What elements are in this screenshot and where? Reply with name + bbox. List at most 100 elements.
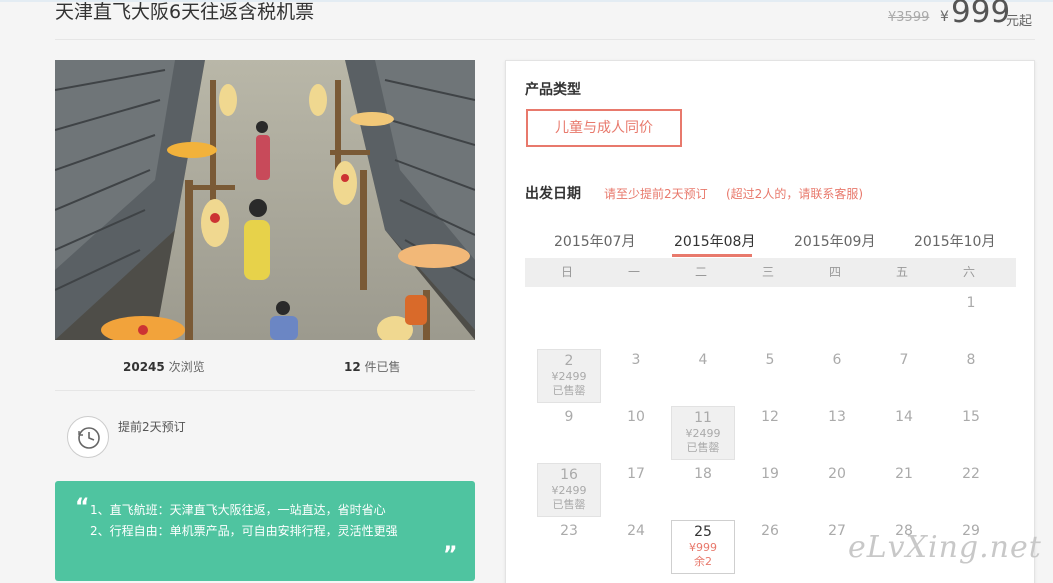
calendar-day-18: 18 xyxy=(671,463,735,517)
day-number: 9 xyxy=(564,409,574,425)
tab-month-2015-09[interactable]: 2015年09月 xyxy=(794,231,875,251)
day-price: ¥2499 xyxy=(685,427,721,440)
calendar-day-23: 23 xyxy=(537,520,601,574)
day-price: ¥999 xyxy=(689,541,717,554)
group-notice: (超过2人的，请联系客服) xyxy=(726,187,863,201)
advance-booking-note: 提前2天预订 xyxy=(118,420,186,434)
weekday-mon: 一 xyxy=(627,265,640,279)
day-number: 8 xyxy=(966,352,976,368)
day-status: 余2 xyxy=(694,555,712,568)
calendar-day-25[interactable]: 25 ¥999 余2 xyxy=(671,520,735,574)
original-price: ¥3599 xyxy=(888,10,930,25)
day-number: 24 xyxy=(627,523,645,539)
calendar-day-2[interactable]: 2 ¥2499 已售罄 xyxy=(537,349,601,403)
day-number: 25 xyxy=(694,524,712,540)
calendar-day-11[interactable]: 11 ¥2499 已售罄 xyxy=(671,406,735,460)
day-number: 26 xyxy=(761,523,779,539)
day-status: 已售罄 xyxy=(552,498,586,511)
day-number: 15 xyxy=(962,409,980,425)
calendar-day-20: 20 xyxy=(805,463,869,517)
product-type-label: 产品类型 xyxy=(525,82,581,98)
departure-date-label: 出发日期 xyxy=(525,186,581,202)
calendar-day-14: 14 xyxy=(872,406,936,460)
day-number: 21 xyxy=(895,466,913,482)
day-number: 18 xyxy=(694,466,712,482)
day-number: 4 xyxy=(698,352,708,368)
active-month-indicator xyxy=(672,254,752,257)
sold-label: 件已售 xyxy=(360,360,401,374)
weekday-header: 日 一 二 三 四 五 六 xyxy=(525,258,1016,287)
calendar-day-22: 22 xyxy=(939,463,1003,517)
calendar-day-1: 1 xyxy=(939,292,1003,346)
tab-month-2015-10[interactable]: 2015年10月 xyxy=(914,231,995,251)
weekday-wed: 三 xyxy=(761,265,774,279)
current-price: 999 xyxy=(951,0,1011,30)
day-number: 6 xyxy=(832,352,842,368)
day-number: 20 xyxy=(828,466,846,482)
day-number: 11 xyxy=(694,410,712,426)
weekday-fri: 五 xyxy=(895,265,908,279)
calendar-day-13: 13 xyxy=(805,406,869,460)
tab-month-2015-08[interactable]: 2015年08月 xyxy=(674,231,755,251)
feature-highlights: “ 1、直飞航班：天津直飞大阪往返，一站直达，省时省心 2、行程自由：单机票产品… xyxy=(55,481,475,581)
day-number: 13 xyxy=(828,409,846,425)
day-number: 22 xyxy=(962,466,980,482)
calendar-day-26: 26 xyxy=(738,520,802,574)
open-quote-icon: “ xyxy=(75,495,90,520)
calendar-day-3: 3 xyxy=(604,349,668,403)
day-price: ¥2499 xyxy=(551,484,587,497)
day-number: 16 xyxy=(560,467,578,483)
calendar-day-12: 12 xyxy=(738,406,802,460)
calendar-day-15: 15 xyxy=(939,406,1003,460)
weekday-tue: 二 xyxy=(694,265,707,279)
day-status: 已售罄 xyxy=(686,441,720,454)
day-number: 23 xyxy=(560,523,578,539)
calendar-day-24: 24 xyxy=(604,520,668,574)
views-count: 20245 xyxy=(123,360,165,374)
feature-line-1: 1、直飞航班：天津直飞大阪往返，一站直达，省时省心 xyxy=(90,503,386,517)
day-number: 12 xyxy=(761,409,779,425)
booking-panel: 产品类型 儿童与成人同价 出发日期 请至少提前2天预订 (超过2人的，请联系客服… xyxy=(505,60,1035,583)
weekday-sun: 日 xyxy=(560,265,573,279)
price-currency: ¥ xyxy=(940,9,949,25)
calendar-day-21: 21 xyxy=(872,463,936,517)
calendar-day-6: 6 xyxy=(805,349,869,403)
calendar-day-19: 19 xyxy=(738,463,802,517)
calendar-day-4: 4 xyxy=(671,349,735,403)
calendar-day-10: 10 xyxy=(604,406,668,460)
day-status: 已售罄 xyxy=(552,384,586,397)
street-scene-image xyxy=(55,60,475,340)
day-number: 7 xyxy=(899,352,909,368)
views-stat: 20245 次浏览 xyxy=(123,358,205,375)
site-watermark: eLvXing.net xyxy=(848,530,1042,565)
day-number: 14 xyxy=(895,409,913,425)
page-title: 天津直飞大阪6天往返含税机票 xyxy=(55,1,315,23)
calendar-day-5: 5 xyxy=(738,349,802,403)
advance-notice: 请至少提前2天预订 xyxy=(604,187,708,201)
day-number: 10 xyxy=(627,409,645,425)
day-number: 2 xyxy=(564,353,574,369)
product-type-option[interactable]: 儿童与成人同价 xyxy=(526,109,682,147)
calendar-day-16[interactable]: 16 ¥2499 已售罄 xyxy=(537,463,601,517)
views-label: 次浏览 xyxy=(164,360,205,374)
price-unit: 元起 xyxy=(1006,14,1033,29)
calendar-day-17: 17 xyxy=(604,463,668,517)
calendar-day-7: 7 xyxy=(872,349,936,403)
close-quote-icon: ” xyxy=(443,543,458,568)
header-divider xyxy=(55,39,1035,40)
stats-divider xyxy=(55,390,475,391)
day-number: 5 xyxy=(765,352,775,368)
sold-count: 12 xyxy=(344,360,361,374)
calendar-day-8: 8 xyxy=(939,349,1003,403)
sold-stat: 12 件已售 xyxy=(344,358,401,375)
product-photo[interactable] xyxy=(55,60,475,340)
clock-icon xyxy=(67,416,109,458)
product-stats: 20245 次浏览 12 件已售 xyxy=(55,358,475,378)
feature-line-2: 2、行程自由：单机票产品，可自由安排行程，灵活性更强 xyxy=(90,524,398,538)
calendar-day-9: 9 xyxy=(537,406,601,460)
day-number: 3 xyxy=(631,352,641,368)
day-number: 19 xyxy=(761,466,779,482)
weekday-sat: 六 xyxy=(962,265,975,279)
day-number: 17 xyxy=(627,466,645,482)
tab-month-2015-07[interactable]: 2015年07月 xyxy=(554,231,635,251)
